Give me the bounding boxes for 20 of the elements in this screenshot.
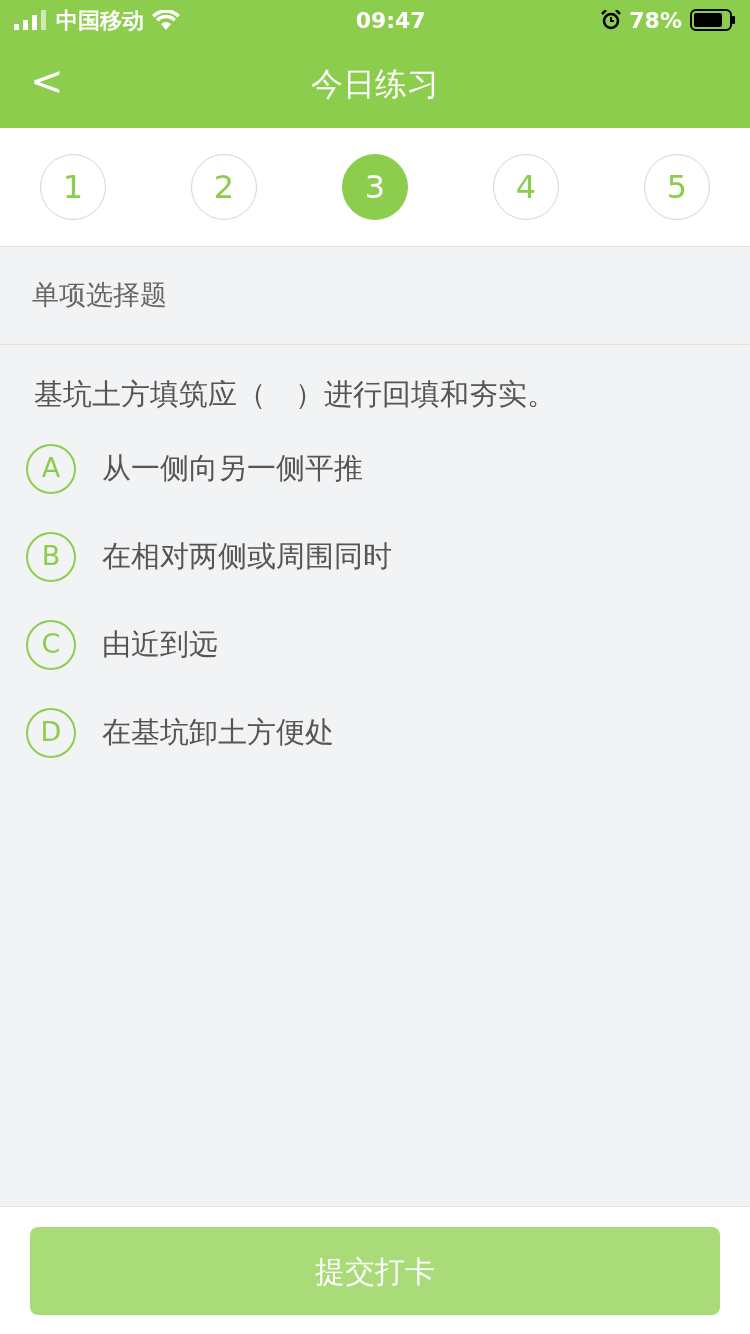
answer-option[interactable]: D 在基坑卸土方便处 bbox=[0, 688, 750, 777]
question-number-tab[interactable]: 2 bbox=[191, 154, 257, 220]
answer-option[interactable]: B 在相对两侧或周围同时 bbox=[0, 512, 750, 601]
wifi-icon bbox=[152, 10, 180, 30]
carrier-name: 中国移动 bbox=[56, 6, 144, 35]
battery-icon bbox=[690, 9, 736, 31]
alarm-icon bbox=[601, 10, 622, 30]
question-number-tab[interactable]: 5 bbox=[644, 154, 710, 220]
page-title: 今日练习 bbox=[311, 64, 439, 105]
question-text: 基坑土方填筑应（ ）进行回填和夯实。 bbox=[34, 377, 556, 411]
back-button[interactable]: < bbox=[24, 54, 70, 108]
question-type-label: 单项选择题 bbox=[32, 278, 167, 313]
battery-percent: 78% bbox=[629, 6, 682, 35]
answer-option[interactable]: C 由近到远 bbox=[0, 600, 750, 689]
signal-icon bbox=[14, 10, 48, 30]
question-number-tab[interactable]: 3 bbox=[342, 154, 408, 220]
question-number-tab[interactable]: 4 bbox=[493, 154, 559, 220]
answer-option[interactable]: A 从一侧向另一侧平推 bbox=[0, 424, 750, 513]
clock-time: 09:47 bbox=[354, 6, 427, 35]
question-number-tab[interactable]: 1 bbox=[40, 154, 106, 220]
